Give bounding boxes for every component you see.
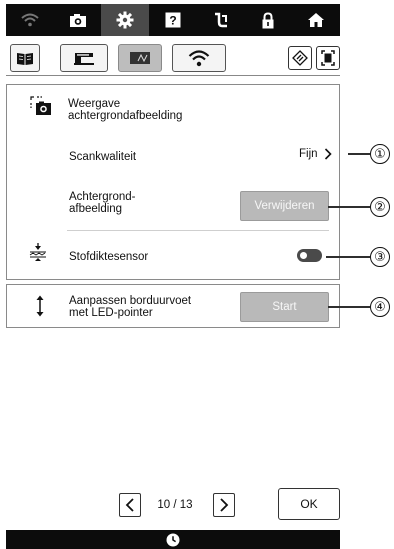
callout-4: ④ [370, 297, 390, 317]
page-indicator: 10 / 13 [157, 499, 193, 511]
callout-1: ① [370, 144, 390, 164]
led-pointer-label: Aanpassen borduurvoet met LED-pointer [69, 295, 192, 319]
clock-icon[interactable] [166, 533, 180, 547]
toolbar-home[interactable] [292, 4, 340, 36]
section-divider [67, 230, 329, 231]
frame-size-icon [321, 50, 335, 66]
camera-icon [69, 13, 86, 27]
wifi-icon [21, 13, 39, 27]
led-pointer-panel: Aanpassen borduurvoet met LED-pointer St… [6, 284, 340, 328]
scan-quality-value: Fijn [299, 148, 318, 160]
svg-text:?: ? [169, 14, 176, 28]
callout-2: ② [370, 197, 390, 217]
wifi-icon [188, 49, 210, 66]
callout-line-1 [348, 153, 370, 155]
scan-quality-label: Scankwaliteit [69, 151, 137, 163]
bottom-status-bar [6, 530, 340, 549]
toolbar-lock[interactable] [245, 4, 293, 36]
background-image-label: Achtergrond- afbeelding [69, 191, 136, 215]
tab-embroidery[interactable] [118, 44, 162, 72]
help-icon: ? [165, 12, 181, 28]
toolbar-camera[interactable] [54, 4, 102, 36]
toolbar-settings[interactable] [101, 4, 150, 36]
book-icon [17, 52, 33, 65]
gear-icon [116, 11, 134, 29]
toolbar-wifi[interactable] [6, 4, 54, 36]
fabric-sensor-icon [29, 243, 46, 261]
reset-button[interactable] [288, 46, 312, 70]
chevron-right-icon [324, 148, 332, 160]
callout-3: ③ [370, 247, 390, 267]
scan-quality-selector[interactable]: Fijn [299, 148, 332, 160]
delete-background-button[interactable]: Verwijderen [240, 191, 329, 221]
needle-icon [214, 12, 227, 28]
fabric-sensor-label: Stofdiktesensor [69, 251, 149, 263]
toolbar-needle[interactable] [197, 4, 245, 36]
background-settings-panel: Weergave achtergrondafbeelding Scankwali… [6, 84, 340, 280]
previous-page-button[interactable] [119, 493, 141, 517]
toggle-knob [300, 252, 307, 259]
background-image-title: Weergave achtergrondafbeelding [68, 98, 183, 122]
ok-button[interactable]: OK [278, 488, 340, 520]
background-photo-icon [30, 96, 51, 115]
home-icon [308, 13, 325, 27]
toolbar-help[interactable]: ? [149, 4, 197, 36]
tab-general[interactable] [10, 44, 40, 72]
up-down-arrow-icon [36, 295, 44, 317]
tab-row [6, 38, 340, 76]
tab-underline [6, 75, 340, 76]
sewing-machine-icon [74, 53, 94, 65]
chevron-right-icon [220, 498, 229, 512]
fabric-sensor-toggle[interactable] [297, 249, 322, 262]
embroidery-frame-icon [130, 52, 150, 64]
tab-sewing[interactable] [60, 44, 108, 72]
lock-icon [262, 11, 274, 28]
reset-icon [292, 50, 308, 66]
frame-size-button[interactable] [316, 46, 340, 70]
chevron-left-icon [125, 498, 134, 512]
callout-line-4 [328, 306, 370, 308]
callout-line-3 [326, 256, 370, 258]
led-start-button[interactable]: Start [240, 292, 329, 322]
tab-network[interactable] [172, 44, 226, 72]
callout-line-2 [328, 206, 370, 208]
top-toolbar: ? [6, 4, 340, 36]
next-page-button[interactable] [213, 493, 235, 517]
